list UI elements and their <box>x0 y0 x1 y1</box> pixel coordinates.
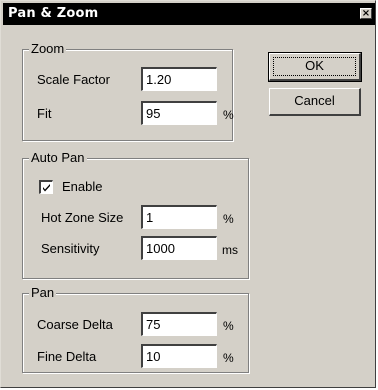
auto-pan-group-legend: Auto Pan <box>29 150 87 166</box>
coarse-delta-unit-label: % <box>223 319 234 333</box>
fit-input[interactable]: 95 <box>141 101 217 125</box>
coarse-delta-label: Coarse Delta <box>37 317 113 332</box>
sensitivity-input[interactable]: 1000 <box>141 236 217 260</box>
cancel-button-label: Cancel <box>294 93 335 108</box>
sensitivity-label: Sensitivity <box>41 241 100 256</box>
zoom-group: Zoom <box>22 41 233 141</box>
ok-button[interactable]: OK <box>268 52 362 82</box>
hot-zone-size-unit-label: % <box>223 212 234 226</box>
fine-delta-input[interactable]: 10 <box>141 344 217 368</box>
hot-zone-size-label: Hot Zone Size <box>41 210 124 225</box>
cancel-button[interactable]: Cancel <box>269 88 361 116</box>
fine-delta-unit-label: % <box>223 351 234 365</box>
pan-zoom-dialog: Pan & Zoom × Zoom Scale Factor 1.20 Fit … <box>0 0 376 388</box>
check-mark-icon <box>43 184 50 192</box>
fit-label: Fit <box>37 106 52 121</box>
fine-delta-label: Fine Delta <box>37 349 97 364</box>
enable-checkbox[interactable] <box>39 180 53 194</box>
title-bar[interactable]: Pan & Zoom × <box>3 3 375 25</box>
coarse-delta-input[interactable]: 75 <box>141 312 217 336</box>
hot-zone-size-input[interactable]: 1 <box>141 205 217 229</box>
zoom-group-legend: Zoom <box>29 41 67 57</box>
ok-button-focus-rect <box>273 57 356 76</box>
pan-group-legend: Pan <box>29 285 57 301</box>
fit-unit-label: % <box>223 108 234 122</box>
window-title: Pan & Zoom <box>8 6 99 21</box>
sensitivity-unit-label: ms <box>222 243 238 257</box>
enable-checkbox-label[interactable]: Enable <box>62 179 102 195</box>
close-icon[interactable]: × <box>360 8 372 19</box>
scale-factor-input[interactable]: 1.20 <box>141 67 217 91</box>
scale-factor-label: Scale Factor <box>37 72 110 87</box>
